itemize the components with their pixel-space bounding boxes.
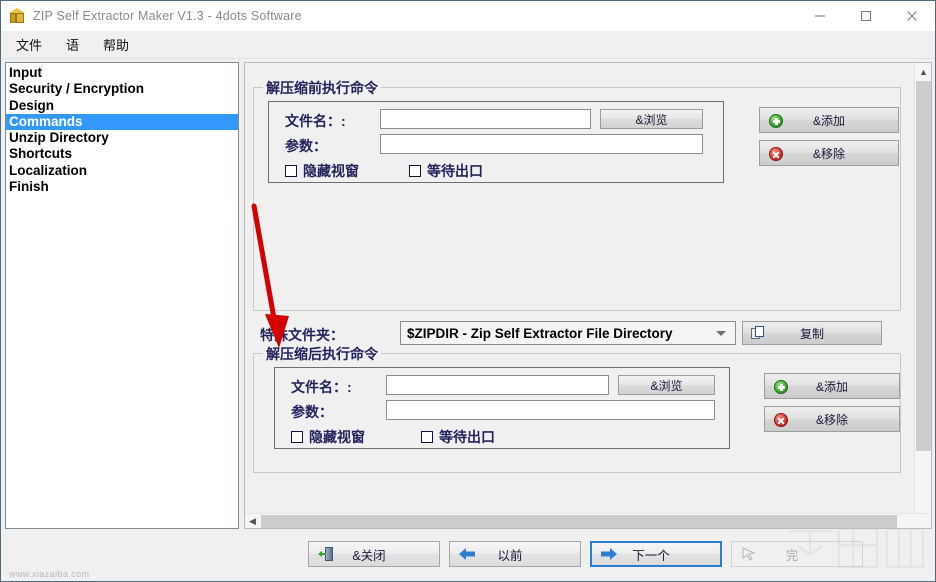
- post-browse-label: &浏览: [650, 377, 682, 394]
- window-title: ZIP Self Extractor Maker V1.3 - 4dots So…: [33, 9, 302, 23]
- post-params-input[interactable]: [386, 400, 715, 420]
- close-icon[interactable]: [889, 1, 935, 31]
- sidebar-item-input[interactable]: Input: [6, 65, 238, 81]
- pre-add-label: &添加: [813, 112, 845, 129]
- pre-hide-window-label: 隐藏视窗: [303, 161, 359, 181]
- checkbox-box-icon: [421, 431, 433, 443]
- post-wait-exit-label: 等待出口: [439, 427, 495, 447]
- post-add-button[interactable]: &添加: [764, 373, 900, 399]
- menu-item-language[interactable]: 语: [57, 32, 88, 57]
- maximize-icon[interactable]: [843, 1, 889, 31]
- pre-filename-input[interactable]: [380, 109, 591, 129]
- application-window: ZIP Self Extractor Maker V1.3 - 4dots So…: [0, 0, 936, 582]
- window-controls: [797, 1, 935, 31]
- watermark-url: www.xiazaiba.com: [9, 569, 929, 579]
- copy-button[interactable]: 复制: [742, 321, 882, 345]
- copy-icon: [751, 326, 766, 341]
- wizard-button-bar: &关闭 以前 下一个 完: [1, 529, 935, 581]
- package-box-icon: [9, 8, 25, 24]
- post-add-label: &添加: [816, 378, 848, 395]
- remove-circle-icon: [769, 147, 783, 161]
- horizontal-scrollbar[interactable]: ◀: [245, 513, 931, 528]
- pre-extract-group-title: 解压缩前执行命令: [263, 78, 381, 98]
- finish-flag-icon: [741, 547, 757, 561]
- special-folder-selected-value: $ZIPDIR - Zip Self Extractor File Direct…: [401, 326, 673, 341]
- title-bar: ZIP Self Extractor Maker V1.3 - 4dots So…: [1, 1, 935, 31]
- checkbox-box-icon: [291, 431, 303, 443]
- plus-circle-icon: [769, 114, 783, 128]
- special-folder-row: 特殊文件夹： $ZIPDIR - Zip Self Extractor File…: [245, 319, 903, 347]
- post-extract-fields-box: 文件名：: &浏览 参数： 隐藏视窗 等待出口: [274, 367, 730, 449]
- post-hide-window-checkbox[interactable]: 隐藏视窗: [291, 427, 365, 447]
- post-params-label: 参数：: [291, 402, 333, 422]
- pre-browse-label: &浏览: [635, 111, 667, 128]
- pre-params-input[interactable]: [380, 134, 703, 154]
- close-button[interactable]: &关闭: [308, 541, 440, 567]
- menu-bar: 文件 语 帮助: [1, 31, 935, 59]
- commands-panel: 解压缩前执行命令 文件名：: &浏览 参数： 隐藏视窗: [244, 62, 932, 529]
- scroll-up-icon[interactable]: ▲: [915, 63, 932, 80]
- minimize-icon[interactable]: [797, 1, 843, 31]
- checkbox-box-icon: [409, 165, 421, 177]
- wizard-step-list: Input Security / Encryption Design Comma…: [5, 62, 239, 529]
- pre-wait-exit-label: 等待出口: [427, 161, 483, 181]
- exit-door-icon: [318, 547, 333, 561]
- pre-browse-button[interactable]: &浏览: [600, 109, 703, 129]
- arrow-right-icon: [601, 547, 617, 561]
- remove-circle-icon: [774, 413, 788, 427]
- commands-panel-content: 解压缩前执行命令 文件名：: &浏览 参数： 隐藏视窗: [245, 63, 903, 515]
- sidebar-item-localization[interactable]: Localization: [6, 163, 238, 179]
- sidebar-item-design[interactable]: Design: [6, 98, 238, 114]
- next-button[interactable]: 下一个: [590, 541, 722, 567]
- chevron-down-icon: [716, 331, 726, 336]
- previous-button[interactable]: 以前: [449, 541, 581, 567]
- post-hide-window-label: 隐藏视窗: [309, 427, 365, 447]
- pre-extract-command-group: 解压缩前执行命令 文件名：: &浏览 参数： 隐藏视窗: [253, 87, 901, 311]
- sidebar-item-commands[interactable]: Commands: [6, 114, 238, 130]
- pre-params-label: 参数：: [285, 136, 327, 156]
- sidebar-item-shortcuts[interactable]: Shortcuts: [6, 146, 238, 162]
- menu-item-help[interactable]: 帮助: [94, 32, 138, 57]
- sidebar-item-finish[interactable]: Finish: [6, 179, 238, 195]
- pre-extract-fields-box: 文件名：: &浏览 参数： 隐藏视窗 等待出口: [268, 101, 724, 183]
- plus-circle-icon: [774, 380, 788, 394]
- menu-item-file[interactable]: 文件: [7, 32, 51, 57]
- special-folder-select[interactable]: $ZIPDIR - Zip Self Extractor File Direct…: [400, 321, 736, 345]
- special-folder-label: 特殊文件夹：: [260, 325, 344, 345]
- post-remove-button[interactable]: &移除: [764, 406, 900, 432]
- post-wait-exit-checkbox[interactable]: 等待出口: [421, 427, 495, 447]
- pre-remove-button[interactable]: &移除: [759, 140, 899, 166]
- sidebar-item-security-encryption[interactable]: Security / Encryption: [6, 81, 238, 97]
- vertical-scrollbar[interactable]: ▲ ▼: [914, 63, 931, 528]
- finish-button: 完: [731, 541, 863, 567]
- scroll-left-icon[interactable]: ◀: [245, 514, 260, 529]
- post-extract-group-title: 解压缩后执行命令: [263, 344, 381, 364]
- checkbox-box-icon: [285, 165, 297, 177]
- pre-add-button[interactable]: &添加: [759, 107, 899, 133]
- post-filename-input[interactable]: [386, 375, 609, 395]
- vertical-scroll-thumb[interactable]: [916, 81, 931, 451]
- post-filename-label: 文件名：:: [291, 377, 352, 397]
- post-browse-button[interactable]: &浏览: [618, 375, 715, 395]
- horizontal-scroll-thumb[interactable]: [261, 515, 897, 528]
- pre-hide-window-checkbox[interactable]: 隐藏视窗: [285, 161, 359, 181]
- post-remove-label: &移除: [816, 411, 848, 428]
- copy-label: 复制: [800, 325, 824, 342]
- pre-filename-label: 文件名：:: [285, 111, 346, 131]
- sidebar-item-unzip-directory[interactable]: Unzip Directory: [6, 130, 238, 146]
- pre-remove-label: &移除: [813, 145, 845, 162]
- arrow-left-icon: [459, 547, 475, 561]
- pre-wait-exit-checkbox[interactable]: 等待出口: [409, 161, 483, 181]
- post-extract-command-group: 解压缩后执行命令 文件名：: &浏览 参数： 隐藏视窗: [253, 353, 901, 473]
